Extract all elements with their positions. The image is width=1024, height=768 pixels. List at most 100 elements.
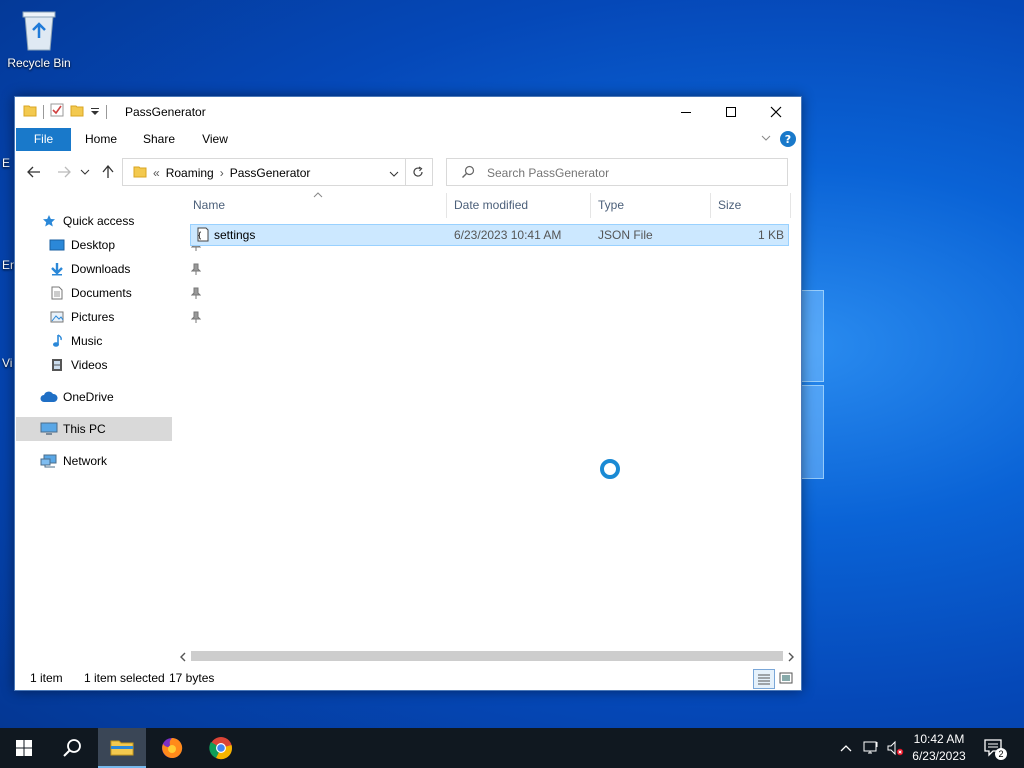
expand-ribbon-button[interactable] (760, 132, 772, 147)
chevron-down-icon (761, 135, 771, 141)
refresh-icon (413, 166, 423, 177)
breadcrumb-roaming[interactable]: Roaming (166, 166, 214, 180)
new-folder-icon[interactable] (70, 103, 84, 120)
network-icon (863, 741, 878, 754)
minimize-button[interactable] (663, 97, 709, 127)
arrow-right-icon (58, 166, 71, 178)
ribbon-tabs: File Home Share View ? (15, 128, 801, 151)
action-center-button[interactable]: 2 (980, 728, 1008, 768)
recent-locations-button[interactable] (79, 164, 91, 180)
nav-videos[interactable]: Videos (16, 353, 204, 377)
svg-text:?: ? (785, 133, 791, 146)
up-button[interactable] (99, 164, 117, 180)
nav-music[interactable]: Music (16, 329, 204, 353)
windows-start-icon (16, 740, 32, 756)
film-icon (48, 357, 66, 373)
taskbar-clock[interactable]: 10:42 AM 6/23/2023 (900, 731, 978, 765)
close-button[interactable] (753, 97, 799, 127)
window-title: PassGenerator (125, 105, 206, 119)
taskbar-firefox[interactable] (148, 728, 196, 768)
taskbar: 10:42 AM 6/23/2023 2 (0, 728, 1024, 768)
chevron-up-icon (840, 745, 852, 752)
chevron-down-icon (389, 171, 399, 177)
large-icons-view-button[interactable] (776, 669, 796, 687)
nav-label: Quick access (63, 214, 135, 228)
nav-label: Music (71, 334, 103, 348)
file-row-settings[interactable]: settings 6/23/2023 10:41 AM JSON File 1 … (190, 224, 789, 246)
large-icons-view-icon (779, 672, 793, 684)
properties-icon[interactable] (50, 103, 64, 120)
desktop-icon-recycle-bin[interactable]: Recycle Bin (4, 8, 74, 70)
back-button[interactable] (25, 164, 43, 180)
nav-label: This PC (63, 422, 106, 436)
network-status-button[interactable] (860, 728, 882, 768)
customize-dropdown-icon[interactable] (90, 105, 100, 119)
breadcrumb-passgenerator[interactable]: PassGenerator (230, 166, 311, 180)
show-hidden-icons-button[interactable] (836, 728, 856, 768)
title-bar[interactable]: PassGenerator (15, 97, 801, 127)
desktop-windows-logo (800, 290, 824, 480)
column-header-date-modified[interactable]: Date modified (454, 193, 528, 218)
help-button[interactable]: ? (780, 131, 796, 150)
nav-this-pc[interactable]: This PC (16, 417, 172, 441)
folder-icon (133, 165, 147, 181)
taskbar-file-explorer[interactable] (98, 728, 146, 768)
nav-desktop[interactable]: Desktop (16, 233, 204, 257)
nav-label: OneDrive (63, 390, 114, 404)
search-button[interactable] (48, 728, 96, 768)
scroll-left-icon[interactable] (179, 651, 187, 665)
navigation-pane: Quick access Desktop Downloads Documents… (15, 207, 202, 647)
details-view-icon (758, 674, 770, 685)
nav-label: Pictures (71, 310, 115, 324)
search-icon (63, 739, 81, 757)
file-type: JSON File (598, 228, 653, 242)
search-input[interactable] (485, 163, 779, 183)
search-box[interactable] (446, 158, 788, 186)
nav-downloads[interactable]: Downloads (16, 257, 204, 281)
start-button[interactable] (0, 728, 48, 768)
notification-count-badge: 2 (995, 748, 1007, 760)
address-dropdown-button[interactable] (389, 167, 399, 181)
desktop-icon-fragment: E (2, 156, 11, 170)
nav-onedrive[interactable]: OneDrive (16, 385, 196, 409)
scrollbar-thumb[interactable] (191, 651, 783, 661)
json-file-icon (196, 227, 210, 245)
music-note-icon (48, 333, 66, 349)
forward-button[interactable] (55, 164, 73, 180)
status-item-count: 1 item (30, 671, 63, 685)
scroll-right-icon[interactable] (787, 651, 795, 665)
nav-quick-access[interactable]: Quick access (16, 209, 196, 233)
busy-cursor-icon (600, 459, 620, 479)
nav-network[interactable]: Network (16, 449, 196, 473)
refresh-button[interactable] (404, 158, 433, 186)
star-icon (40, 213, 58, 229)
arrow-up-icon (102, 165, 114, 178)
folder-icon (23, 103, 37, 120)
chrome-icon (209, 737, 232, 760)
nav-documents[interactable]: Documents (16, 281, 204, 305)
details-view-button[interactable] (753, 669, 775, 689)
nav-label: Videos (71, 358, 108, 372)
taskbar-chrome[interactable] (197, 728, 245, 768)
nav-pictures[interactable]: Pictures (16, 305, 204, 329)
desktop-icon-fragment: Vi (2, 356, 13, 370)
address-bar[interactable]: « Roaming › PassGenerator (122, 158, 406, 186)
tab-file[interactable]: File (16, 128, 71, 151)
maximize-button[interactable] (708, 97, 754, 127)
maximize-icon (726, 107, 736, 117)
nav-label: Downloads (71, 262, 131, 276)
breadcrumb-separator-icon: › (219, 166, 224, 180)
tab-share[interactable]: Share (135, 128, 183, 151)
quick-access-toolbar (23, 103, 107, 120)
minimize-icon (681, 112, 691, 113)
column-header-size[interactable]: Size (718, 193, 741, 218)
sort-ascending-icon (313, 187, 323, 201)
breadcrumb-overflow[interactable]: « (153, 166, 160, 180)
horizontal-scrollbar[interactable] (177, 649, 799, 663)
column-header-type[interactable]: Type (598, 193, 624, 218)
tab-home[interactable]: Home (77, 128, 125, 151)
network-icon (40, 453, 58, 469)
file-explorer-window: PassGenerator File Home Share View ? « R… (14, 96, 802, 691)
column-header-name[interactable]: Name (193, 193, 225, 218)
tab-view[interactable]: View (191, 128, 239, 151)
